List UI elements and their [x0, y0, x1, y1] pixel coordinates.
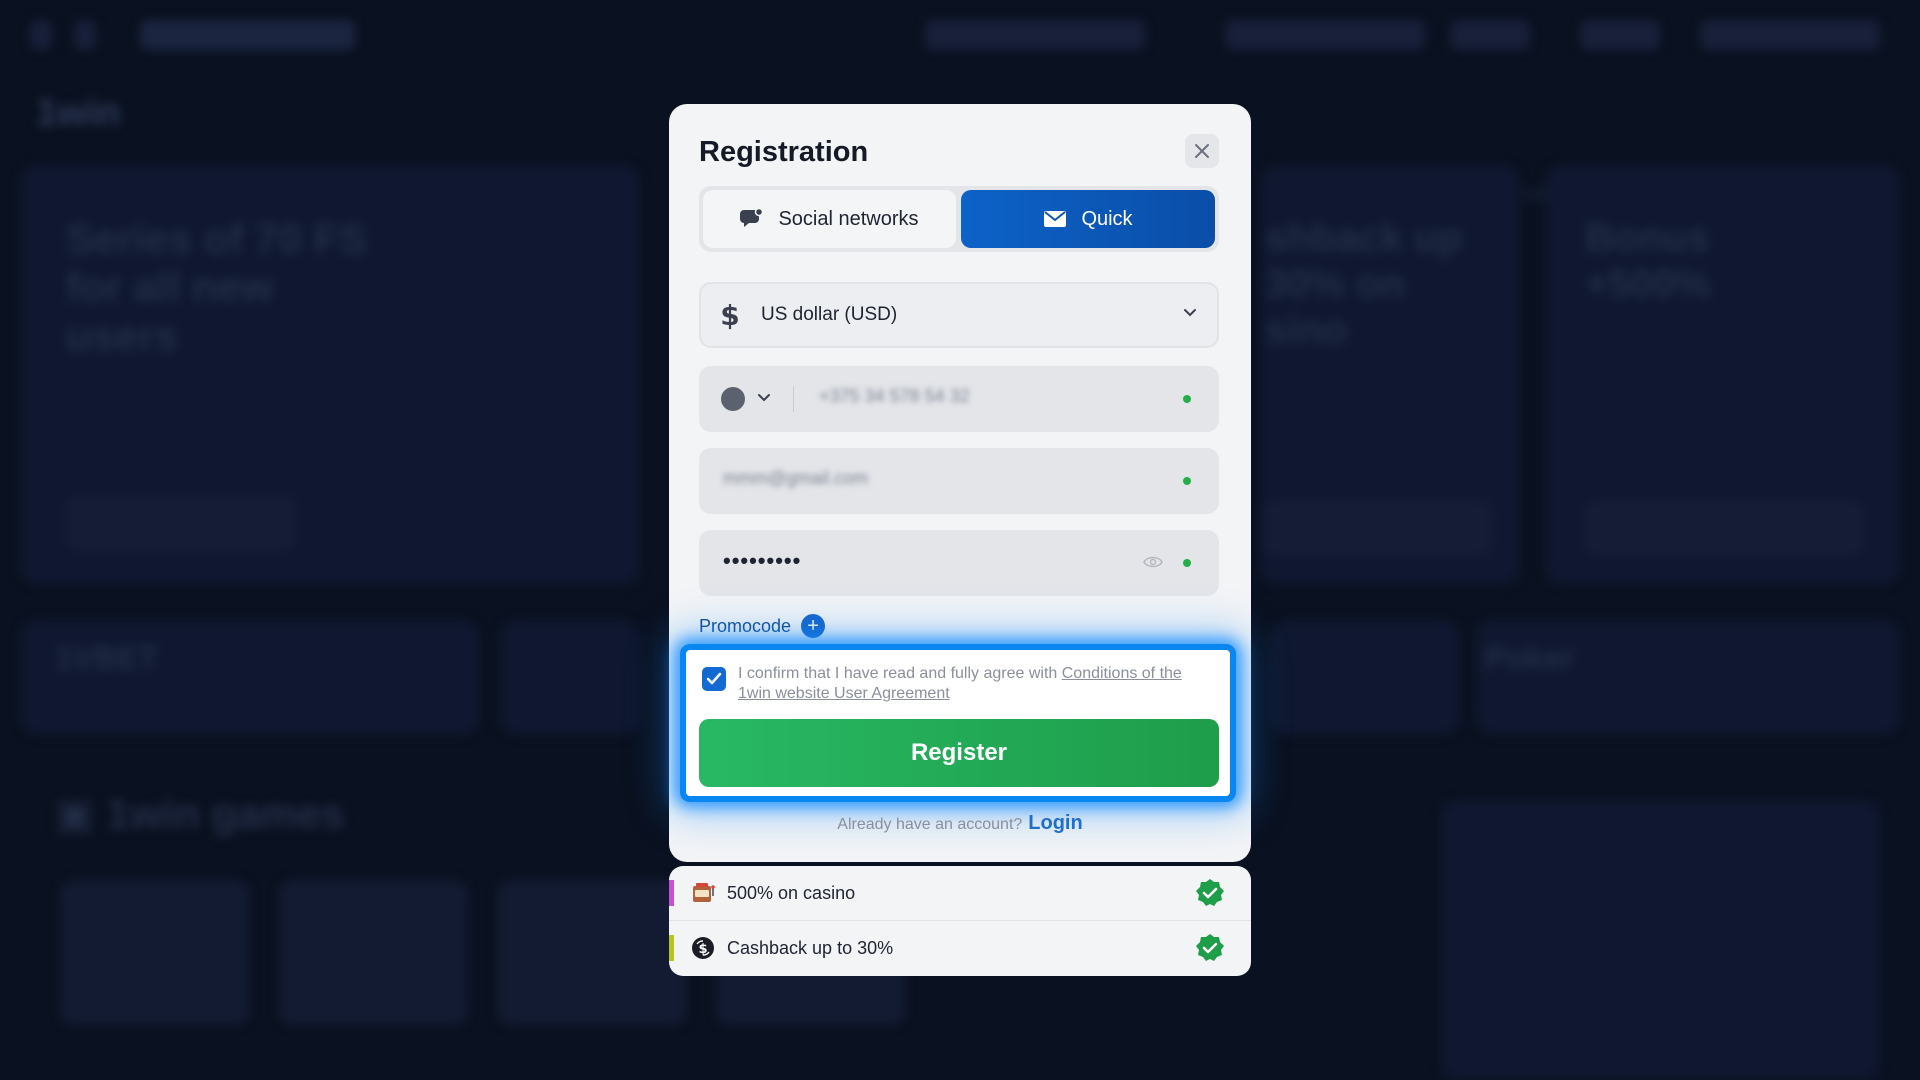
bonus-label: Cashback up to 30% [727, 938, 894, 958]
close-icon [1195, 144, 1209, 158]
login-prompt: Already have an account? Login [669, 812, 1251, 835]
tab-quick-label: Quick [1081, 207, 1133, 230]
agreement-checkbox[interactable] [702, 667, 726, 691]
country-flag-icon[interactable] [721, 387, 745, 411]
checkmark-icon [706, 672, 722, 685]
bonus-item: $ Cashback up to 30% [669, 921, 1251, 975]
email-input[interactable]: mmm@gmail.com [723, 468, 868, 489]
tab-social-label: Social networks [778, 207, 919, 230]
currency-select[interactable]: $ US dollar (USD) [699, 282, 1219, 348]
phone-input[interactable]: +375 34 578 54 32 [819, 386, 970, 407]
register-button[interactable]: Register [699, 719, 1219, 787]
eye-icon[interactable] [1143, 554, 1163, 570]
bonus-accent-bar [669, 880, 674, 906]
tab-quick[interactable]: Quick [961, 190, 1215, 248]
bonus-accent-bar [669, 935, 674, 961]
tab-social-networks[interactable]: Social networks [703, 190, 956, 248]
password-valid-indicator [1183, 559, 1191, 567]
chevron-down-icon[interactable] [757, 393, 771, 403]
bonus-label: 500% on casino [727, 883, 856, 903]
envelope-icon [1044, 211, 1067, 227]
bonus-list: 500% on casino $ Cashback up to 30% [669, 866, 1251, 976]
promocode-label: Promocode [699, 615, 792, 636]
phone-divider [793, 386, 794, 412]
agreement-and-register-block: I confirm that I have read and fully agr… [680, 644, 1236, 802]
password-input[interactable]: ••••••••• [723, 548, 801, 574]
currency-value: US dollar (USD) [761, 304, 898, 325]
dollar-icon: $ [720, 300, 739, 330]
plus-icon[interactable]: + [801, 614, 826, 638]
background-topbar [0, 0, 1920, 72]
close-button[interactable] [1185, 134, 1219, 168]
svg-text:$: $ [720, 300, 739, 330]
email-valid-indicator [1183, 477, 1191, 485]
slot-machine-icon [693, 883, 715, 902]
verified-badge-icon [1196, 879, 1224, 906]
chevron-down-icon [1184, 309, 1196, 317]
phone-field[interactable]: +375 34 578 54 32 [699, 366, 1219, 432]
modal-title: Registration [699, 136, 869, 168]
registration-modal: Registration Social networks Quick $ US … [669, 104, 1251, 862]
agreement-text: I confirm that I have read and fully agr… [738, 665, 1182, 702]
email-field[interactable]: mmm@gmail.com [699, 448, 1219, 514]
promocode-toggle[interactable]: Promocode + [699, 614, 826, 638]
login-prompt-text: Already have an account? [837, 816, 1023, 833]
phone-valid-indicator [1183, 395, 1191, 403]
verified-badge-icon [1196, 934, 1224, 961]
bonus-item: 500% on casino [669, 866, 1251, 921]
cashback-icon: $ [692, 937, 714, 959]
registration-tabs: Social networks Quick [699, 186, 1219, 252]
login-link[interactable]: Login [1028, 812, 1082, 834]
password-field[interactable]: ••••••••• [699, 530, 1219, 596]
chat-bubble-icon [740, 208, 764, 227]
